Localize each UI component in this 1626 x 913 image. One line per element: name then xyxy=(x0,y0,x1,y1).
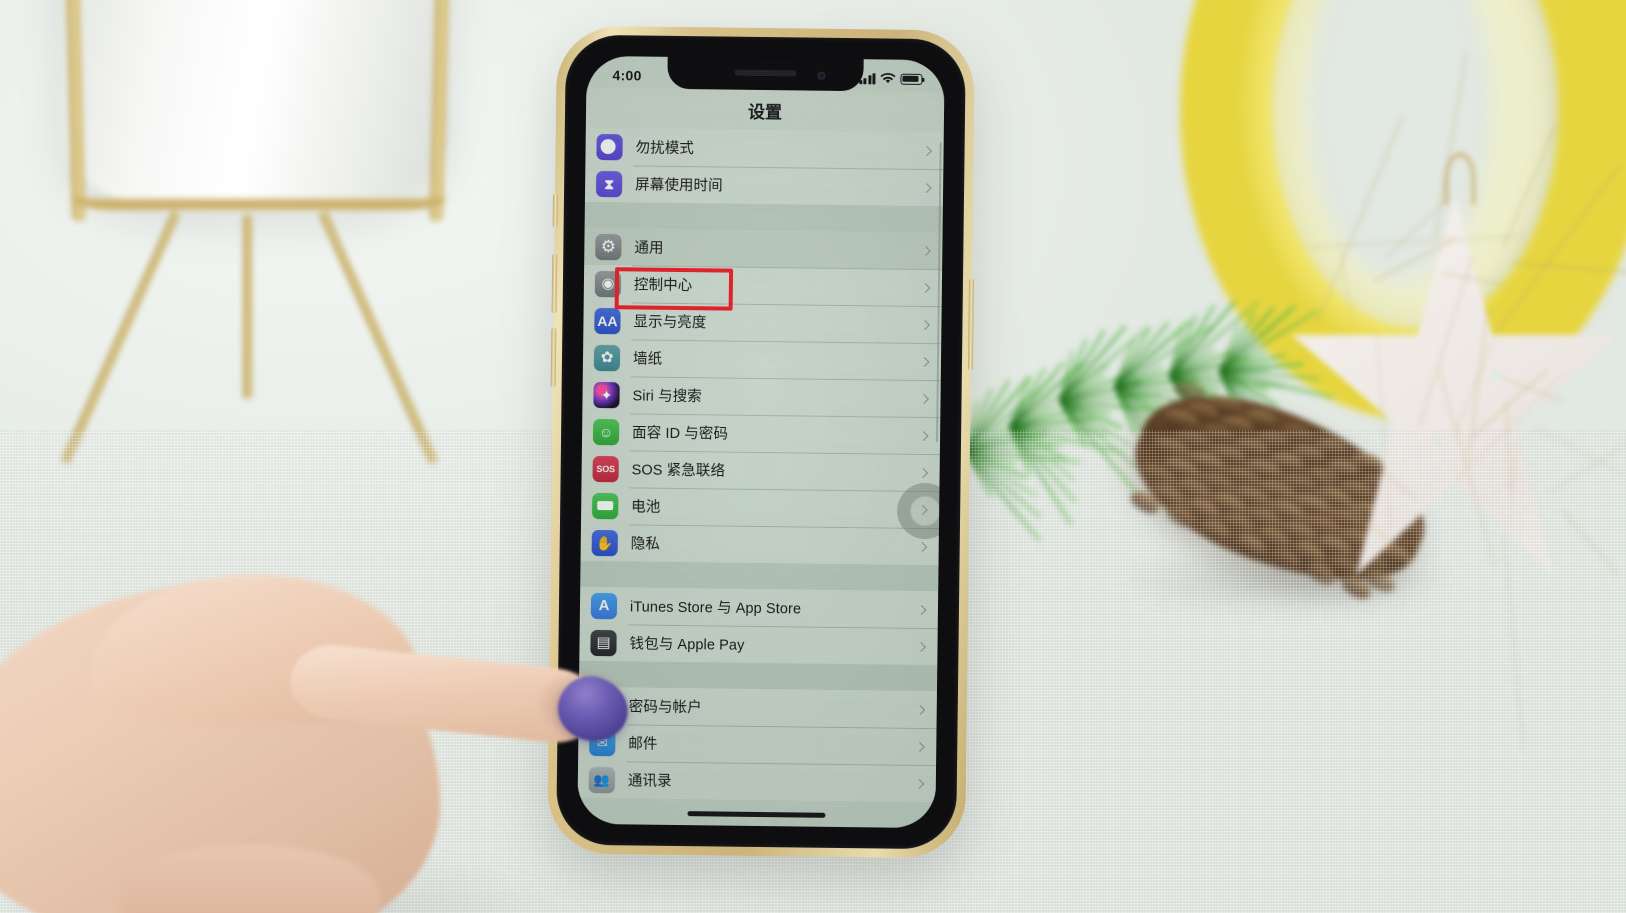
settings-row[interactable]: ☺ 面容 ID 与密码 xyxy=(582,413,940,454)
screenshot-scene: 4:00 设置 勿扰模式 ⧗ 屏幕使用时间 ⚙ 通用 ◉ 控制中心 AA 显示与亮度 ✿ 墙 xyxy=(0,0,1626,913)
lamp-rim-bottom xyxy=(72,196,446,210)
chevron-right-icon xyxy=(919,394,929,404)
settings-row[interactable]: ⧗ 屏幕使用时间 xyxy=(585,165,943,206)
wifi-icon xyxy=(880,72,895,84)
settings-row-label: SOS 紧急联络 xyxy=(632,458,726,480)
chevron-right-icon xyxy=(914,779,924,789)
aa-icon: AA xyxy=(594,307,620,333)
front-camera-icon xyxy=(817,72,825,80)
settings-row[interactable]: 勿扰模式 xyxy=(585,128,943,169)
settings-row[interactable]: 电池 xyxy=(581,487,939,528)
settings-row-label: 控制中心 xyxy=(634,273,693,295)
lamp-shade xyxy=(60,0,450,210)
pointing-hand xyxy=(0,545,700,913)
settings-row-label: Siri 与搜索 xyxy=(632,384,702,406)
star-wire-strand xyxy=(1513,262,1626,274)
settings-group: 勿扰模式 ⧗ 屏幕使用时间 xyxy=(585,128,944,206)
gear-icon: ⚙ xyxy=(595,233,621,259)
sos-icon: SOS xyxy=(593,455,619,481)
chevron-right-icon xyxy=(916,642,926,652)
settings-row[interactable]: AA 显示与亮度 xyxy=(583,302,941,343)
chevron-right-icon xyxy=(922,146,932,156)
lamp-leg-center xyxy=(243,214,252,399)
chevron-right-icon xyxy=(920,283,930,293)
settings-row-label: 面容 ID 与密码 xyxy=(632,421,728,443)
notch xyxy=(667,57,863,91)
sliders-icon: ◉ xyxy=(595,270,621,296)
settings-row-label: 墙纸 xyxy=(633,347,662,368)
chevron-right-icon xyxy=(920,320,930,330)
chevron-right-icon xyxy=(917,542,927,552)
chevron-right-icon xyxy=(919,431,929,441)
flower-icon: ✿ xyxy=(594,344,620,370)
page-title: 设置 xyxy=(586,88,944,132)
settings-row-label: 通用 xyxy=(634,236,663,257)
chevron-right-icon xyxy=(915,742,925,752)
settings-row[interactable]: ⚙ 通用 xyxy=(584,228,942,269)
settings-row-label: 电池 xyxy=(631,495,660,516)
chevron-right-icon xyxy=(921,246,931,256)
chevron-right-icon xyxy=(915,705,925,715)
settings-row-label: 显示与亮度 xyxy=(633,310,706,332)
earpiece-speaker-icon xyxy=(734,70,796,77)
chevron-right-icon xyxy=(922,183,932,193)
face-id-icon: ☺ xyxy=(593,418,619,444)
battery-icon xyxy=(900,73,922,84)
settings-row[interactable]: SOS SOS 紧急联络 xyxy=(581,450,939,491)
chevron-right-icon xyxy=(917,605,927,615)
siri-icon: ✦ xyxy=(593,381,619,407)
mute-switch-button[interactable] xyxy=(553,193,558,227)
settings-row[interactable]: ✦ Siri 与搜索 xyxy=(582,376,940,417)
settings-row-label: 勿扰模式 xyxy=(635,136,694,158)
battery-icon xyxy=(592,492,618,518)
volume-down-button[interactable] xyxy=(551,327,557,387)
settings-row[interactable]: ◉ 控制中心 xyxy=(584,265,942,306)
chevron-right-icon xyxy=(918,468,928,478)
settings-row-label: 屏幕使用时间 xyxy=(635,173,723,195)
chevron-right-icon xyxy=(920,357,930,367)
status-bar-indicators xyxy=(859,72,923,85)
settings-group: ⚙ 通用 ◉ 控制中心 AA 显示与亮度 ✿ 墙纸 ✦ Siri 与搜索 ☺ 面容 ID 与密码 SOS… xyxy=(581,228,943,565)
settings-row[interactable]: ✿ 墙纸 xyxy=(583,339,941,380)
moon-icon xyxy=(596,133,622,159)
volume-up-button[interactable] xyxy=(552,253,558,313)
status-bar-time: 4:00 xyxy=(612,67,641,83)
hourglass-icon: ⧗ xyxy=(596,170,622,196)
